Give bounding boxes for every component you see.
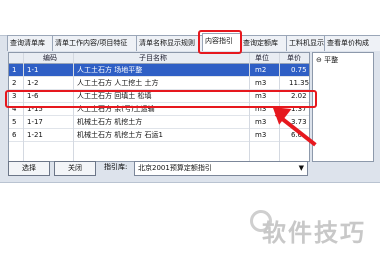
guide-library-select[interactable]: 北京2001预算定额指引 ▼ xyxy=(134,161,308,176)
row-num: 2 xyxy=(12,79,17,87)
tab-highlight xyxy=(198,30,242,54)
row-unit: m3 xyxy=(255,131,267,139)
header-code: 编码 xyxy=(43,54,57,62)
table-row[interactable]: 1 1-1 人工土石方 场地平整 m2 0.75 xyxy=(9,64,309,77)
row-code: 1-1 xyxy=(27,66,39,74)
row-code: 1-2 xyxy=(27,79,39,87)
row-unit: m3 xyxy=(255,118,267,126)
row-name: 人工土石方 场地平整 xyxy=(77,66,143,74)
row-highlight xyxy=(5,90,317,108)
app-window: 查询清单库 清单工作内容/项目特征 清单名称显示规则 内容指引 查询定额库 工料… xyxy=(0,0,380,260)
row-price: 0.75 xyxy=(291,66,307,74)
guide-library-label: 指引库: xyxy=(104,163,128,171)
tab-material-display[interactable]: 工料机显示 xyxy=(286,35,328,51)
row-name: 人工土石方 人工挖土 土方 xyxy=(77,79,159,87)
grid-header: 编码 子目名称 单位 单价 xyxy=(9,53,309,64)
tree-node-label: 平整 xyxy=(324,56,339,64)
row-code: 1-21 xyxy=(27,131,43,139)
row-name: 机械土石方 机挖土方 石运1 xyxy=(77,131,163,139)
row-price: 11.35 xyxy=(289,79,310,87)
row-unit: m2 xyxy=(255,66,267,74)
header-unit: 单位 xyxy=(255,54,269,62)
table-row[interactable]: 2 1-2 人工土石方 人工挖土 土方 m3 11.35 xyxy=(9,77,309,90)
side-tree-panel: ⊖ 平整 xyxy=(312,52,374,162)
tree-toggle-icon[interactable]: ⊖ xyxy=(316,56,322,64)
watermark-text: 软件技巧 xyxy=(262,219,366,247)
row-code: 1-17 xyxy=(27,118,43,126)
guide-library-value: 北京2001预算定额指引 xyxy=(138,164,212,172)
tab-query-quota[interactable]: 查询定额库 xyxy=(240,35,290,51)
tab-query-list[interactable]: 查询清单库 xyxy=(7,35,56,51)
row-num: 5 xyxy=(12,118,17,126)
row-name: 机械土石方 机挖土方 xyxy=(77,118,143,126)
table-row[interactable]: 5 1-17 机械土石方 机挖土方 m3 3.73 xyxy=(9,116,309,129)
header-name: 子目名称 xyxy=(139,54,167,62)
select-button[interactable]: 选择 xyxy=(8,161,50,176)
chevron-down-icon[interactable]: ▼ xyxy=(299,162,304,175)
row-num: 1 xyxy=(12,66,17,74)
tree-node[interactable]: ⊖ 平整 xyxy=(316,55,338,65)
close-button[interactable]: 关闭 xyxy=(54,161,96,176)
row-unit: m3 xyxy=(255,79,267,87)
tab-unit-price[interactable]: 查看单价构成 xyxy=(324,35,380,51)
tab-list-work-content[interactable]: 清单工作内容/项目特征 xyxy=(52,35,140,51)
row-num: 6 xyxy=(12,131,17,139)
table-row[interactable]: 6 1-21 机械土石方 机挖土方 石运1 m3 6.0 xyxy=(9,129,309,142)
header-price: 单价 xyxy=(287,54,301,62)
